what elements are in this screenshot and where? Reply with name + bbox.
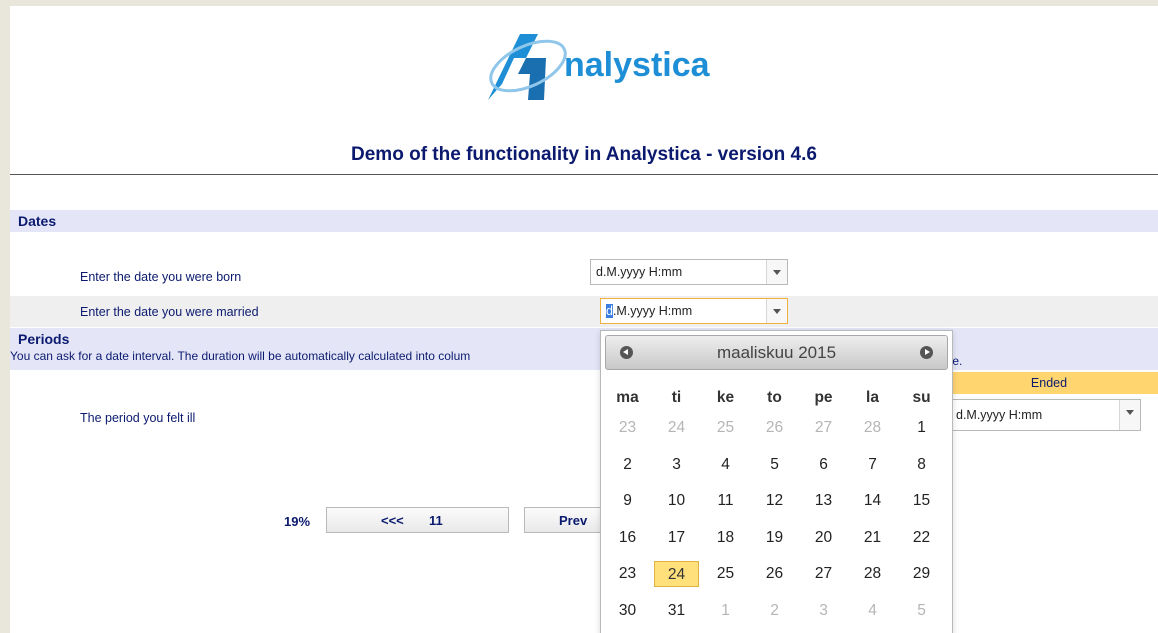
born-date-input[interactable]: d.M.yyyy H:mm: [590, 259, 788, 285]
calendar-day[interactable]: 8: [899, 452, 944, 478]
dates-section-label: Dates: [18, 213, 57, 229]
analystica-logo: nalystica: [480, 28, 740, 108]
back-page-button[interactable]: <<< 11: [326, 507, 509, 533]
calendar-day[interactable]: 25: [703, 561, 748, 587]
calendar-weekday-pe: pe: [814, 389, 833, 406]
calendar-day[interactable]: 12: [752, 488, 797, 514]
married-date-label: Enter the date you were married: [80, 305, 259, 319]
calendar-weekday-la: la: [866, 389, 879, 406]
calendar-day-today[interactable]: 24: [654, 561, 699, 587]
calendar-day[interactable]: 30: [605, 598, 650, 624]
calendar-day[interactable]: 15: [899, 488, 944, 514]
calendar-day[interactable]: 9: [605, 488, 650, 514]
page: nalystica Demo of the functionality in A…: [10, 6, 1158, 633]
dates-section-header: Dates: [10, 210, 1158, 232]
calendar-day[interactable]: 31: [654, 598, 699, 624]
calendar-weekday-ma: ma: [616, 389, 639, 406]
calendar-weekday-ke: ke: [716, 389, 735, 406]
date-picker-popup: maaliskuu 2015 ma ti ke to pe la su 23 24 25 26 27 2…: [600, 330, 953, 633]
calendar-day[interactable]: 18: [703, 525, 748, 551]
married-date-value: .M.yyyy H:mm: [612, 304, 693, 318]
title-divider: [10, 174, 1158, 175]
calendar-day[interactable]: 4: [703, 452, 748, 478]
ill-period-label: The period you felt ill: [80, 411, 196, 425]
calendar-day[interactable]: 28: [850, 415, 895, 441]
calendar-day[interactable]: 19: [752, 525, 797, 551]
ended-column-header: Ended: [940, 372, 1158, 394]
born-date-dropdown-button[interactable]: [766, 260, 787, 284]
calendar-day[interactable]: 28: [850, 561, 895, 587]
married-date-dropdown-button[interactable]: [766, 299, 787, 323]
born-date-label: Enter the date you were born: [80, 270, 242, 284]
periods-section-label: Periods: [18, 331, 70, 347]
calendar-day[interactable]: 22: [899, 525, 944, 551]
calendar-day[interactable]: 5: [899, 598, 944, 624]
calendar-day[interactable]: 2: [752, 598, 797, 624]
calendar-day[interactable]: 3: [801, 598, 846, 624]
calendar-day[interactable]: 5: [752, 452, 797, 478]
married-date-input[interactable]: d.M.yyyy H:mm: [600, 298, 788, 324]
previous-button-label: Prev: [559, 513, 588, 528]
calendar-weekday-to: to: [767, 389, 782, 406]
calendar-day[interactable]: 4: [850, 598, 895, 624]
calendar-day[interactable]: 29: [899, 561, 944, 587]
back-page-number: 11: [429, 513, 443, 528]
married-date-selected-segment: d: [606, 304, 613, 318]
calendar-day[interactable]: 1: [899, 415, 944, 441]
calendar-day[interactable]: 27: [801, 415, 846, 441]
logo-mark-icon: [488, 34, 567, 100]
born-date-value: d.M.yyyy H:mm: [596, 265, 683, 279]
calendar-day[interactable]: 10: [654, 488, 699, 514]
calendar-weekday-ti: ti: [671, 389, 682, 406]
calendar-day[interactable]: 2: [605, 452, 650, 478]
calendar-weekday-su: su: [912, 389, 931, 406]
progress-percent: 19%: [284, 514, 311, 529]
periods-help-text: You can ask for a date interval. The dur…: [10, 349, 471, 363]
calendar-day[interactable]: 25: [703, 415, 748, 441]
calendar-day[interactable]: 17: [654, 525, 699, 551]
calendar-month-label: maaliskuu 2015: [716, 343, 837, 362]
calendar-day[interactable]: 26: [752, 561, 797, 587]
calendar-day[interactable]: 26: [752, 415, 797, 441]
calendar-day[interactable]: 16: [605, 525, 650, 551]
calendar-day[interactable]: 20: [801, 525, 846, 551]
page-title: Demo of the functionality in Analystica …: [351, 144, 817, 165]
calendar-day[interactable]: 14: [850, 488, 895, 514]
calendar-day[interactable]: 21: [850, 525, 895, 551]
calendar-day[interactable]: 11: [703, 488, 748, 514]
ill-period-ended-value: d.M.yyyy H:mm: [956, 408, 1043, 422]
calendar-day[interactable]: 24: [654, 415, 699, 441]
calendar-day[interactable]: 23: [605, 561, 650, 587]
ill-period-ended-input[interactable]: d.M.yyyy H:mm: [950, 399, 1141, 431]
calendar-day[interactable]: 7: [850, 452, 895, 478]
next-month-icon[interactable]: [920, 346, 933, 359]
calendar-day[interactable]: 23: [605, 415, 650, 441]
periods-section-header: Periods You can ask for a date interval.…: [10, 328, 1158, 370]
calendar-header: maaliskuu 2015: [605, 335, 948, 370]
logo-text: nalystica: [564, 46, 710, 84]
back-arrows-label: <<<: [381, 513, 404, 528]
calendar-day[interactable]: 13: [801, 488, 846, 514]
calendar-day[interactable]: 1: [703, 598, 748, 624]
calendar-day[interactable]: 27: [801, 561, 846, 587]
calendar-day[interactable]: 3: [654, 452, 699, 478]
calendar-day[interactable]: 6: [801, 452, 846, 478]
ill-period-ended-dropdown-button[interactable]: [1119, 400, 1140, 430]
